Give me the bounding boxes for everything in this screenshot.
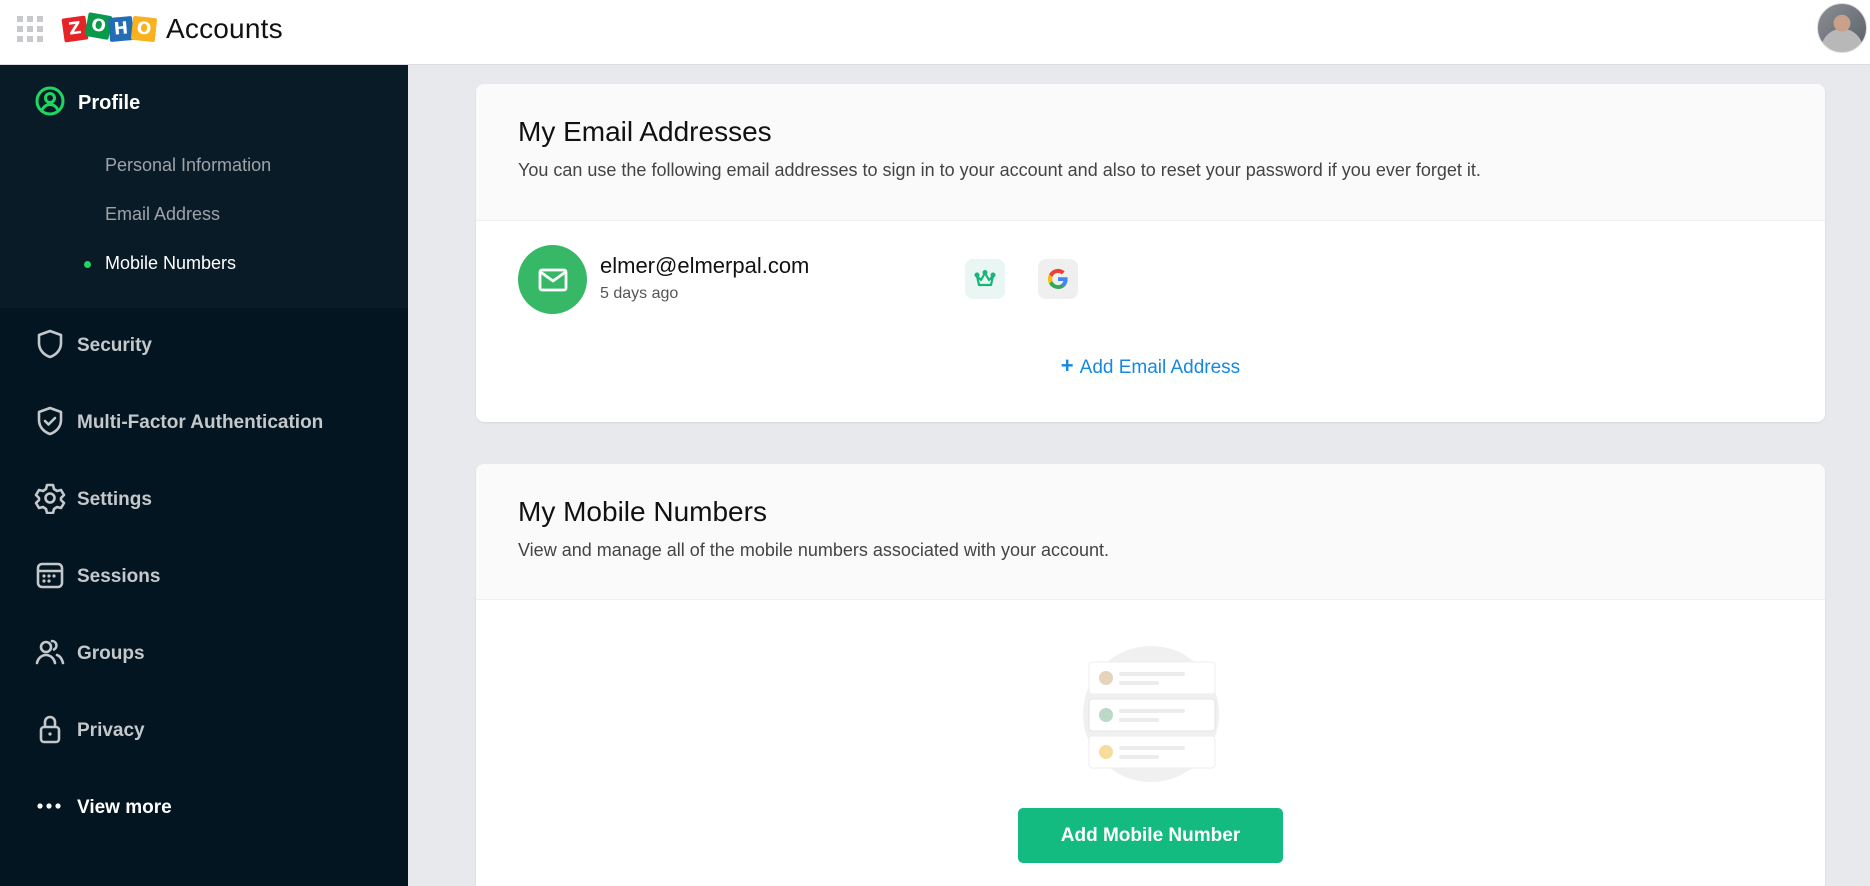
sidebar-subitem-label: Mobile Numbers (105, 253, 237, 273)
ellipsis-icon (34, 790, 66, 827)
mobile-card-header: My Mobile Numbers View and manage all of… (476, 464, 1825, 600)
add-email-address-link[interactable]: + Add Email Address (476, 353, 1825, 379)
sidebar-item-view-more[interactable]: View more (34, 792, 172, 824)
zoho-logo[interactable]: Z O H O (61, 12, 158, 46)
users-icon (34, 636, 66, 673)
sidebar: Profile Personal Information Email Addre… (0, 65, 408, 886)
logo-tile-z: Z (61, 15, 89, 43)
email-addresses-card: My Email Addresses You can use the follo… (476, 84, 1825, 422)
email-section-description: You can use the following email addresse… (518, 160, 1481, 180)
logo-tile-o2: O (130, 15, 158, 43)
sidebar-subitem-mobile-numbers[interactable]: Mobile Numbers (84, 253, 237, 274)
shield-check-icon (34, 405, 66, 442)
shield-icon (34, 328, 66, 365)
sidebar-item-sessions[interactable]: Sessions (34, 561, 160, 593)
app-grid-icon[interactable] (17, 16, 43, 42)
top-bar: Z O H O Accounts (0, 0, 1870, 65)
sidebar-item-label: Sessions (77, 566, 161, 587)
gear-icon (34, 482, 66, 519)
sidebar-item-groups[interactable]: Groups (34, 638, 145, 670)
sidebar-item-settings[interactable]: Settings (34, 482, 152, 519)
mail-icon (518, 245, 587, 314)
sidebar-item-label: View more (77, 797, 172, 818)
active-dot-icon (84, 261, 91, 268)
add-email-label: Add Email Address (1079, 357, 1241, 378)
empty-list-illustration (1081, 644, 1221, 784)
email-added-time: 5 days ago (600, 285, 679, 302)
profile-section: Profile Personal Information Email Addre… (0, 65, 408, 308)
sidebar-item-label: Settings (77, 489, 152, 510)
mobile-section-title: My Mobile Numbers (518, 496, 767, 527)
sidebar-item-label: Multi-Factor Authentication (77, 412, 324, 433)
sidebar-subitem-email-address[interactable]: Email Address (105, 204, 220, 225)
sidebar-item-multi-factor-authentication[interactable]: Multi-Factor Authentication (34, 405, 324, 442)
app-title: Accounts (166, 13, 283, 44)
sidebar-item-privacy[interactable]: Privacy (34, 715, 145, 747)
mobile-section-description: View and manage all of the mobile number… (518, 540, 1110, 560)
email-address: elmer@elmerpal.com (600, 253, 810, 278)
lock-icon (34, 713, 66, 750)
plus-icon: + (1060, 353, 1074, 378)
google-icon (1038, 259, 1078, 299)
primary-crown-icon (965, 259, 1005, 299)
sidebar-item-label: Security (77, 335, 152, 356)
calendar-icon (34, 559, 66, 596)
add-mobile-number-button[interactable]: Add Mobile Number (1018, 808, 1283, 863)
sidebar-item-profile[interactable]: Profile (34, 85, 141, 122)
avatar[interactable] (1817, 3, 1867, 53)
sidebar-item-label: Profile (78, 91, 141, 114)
user-circle-icon (34, 85, 66, 122)
sidebar-subitem-personal-information[interactable]: Personal Information (105, 155, 271, 176)
sidebar-item-label: Privacy (77, 720, 145, 741)
sidebar-item-security[interactable]: Security (34, 328, 152, 365)
email-section-title: My Email Addresses (518, 116, 772, 147)
sidebar-item-label: Groups (77, 643, 145, 664)
email-card-header: My Email Addresses You can use the follo… (476, 84, 1825, 221)
mobile-numbers-card: My Mobile Numbers View and manage all of… (476, 464, 1825, 886)
